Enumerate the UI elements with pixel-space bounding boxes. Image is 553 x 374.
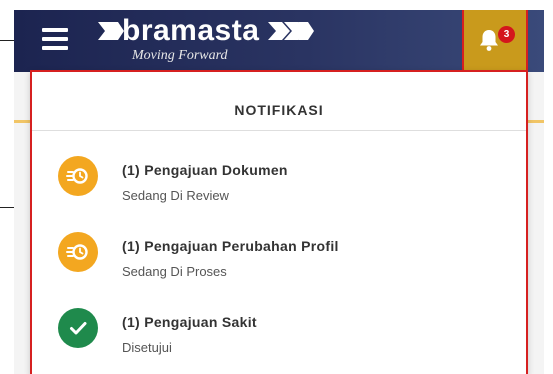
notification-item[interactable]: (1) Pengajuan Perubahan Profil Sedang Di… <box>32 218 526 288</box>
top-navbar: bramasta Moving Forward 3 <box>14 10 544 72</box>
divider <box>32 130 526 131</box>
notification-dropdown: NOTIFIKASI (1) Pengajuan Dokumen Sedang … <box>30 70 528 374</box>
notification-status: Sedang Di Review <box>122 188 229 203</box>
notification-item[interactable]: (1) Pengajuan Dokumen Sedang Di Review <box>32 142 526 212</box>
brand-tagline: Moving Forward <box>132 48 228 63</box>
notification-count-badge: 3 <box>498 26 515 43</box>
check-icon <box>58 308 98 348</box>
pending-clock-icon <box>58 232 98 272</box>
notification-item[interactable]: (1) Pengajuan Sakit Disetujui <box>32 294 526 364</box>
app-window: bramasta Moving Forward 3 NOTIFIKASI (1)… <box>14 10 544 374</box>
brand-logo[interactable]: bramasta Moving Forward <box>98 14 318 68</box>
notification-status: Disetujui <box>122 340 172 355</box>
notification-title: (1) Pengajuan Sakit <box>122 314 257 330</box>
notification-status: Sedang Di Proses <box>122 264 227 279</box>
notification-title: (1) Pengajuan Perubahan Profil <box>122 238 339 254</box>
pending-clock-icon <box>58 156 98 196</box>
notification-title: (1) Pengajuan Dokumen <box>122 162 288 178</box>
hamburger-menu-icon[interactable] <box>42 28 68 50</box>
notification-bell-button[interactable]: 3 <box>462 10 528 72</box>
notification-panel-title: NOTIFIKASI <box>234 102 324 118</box>
bell-icon <box>480 30 498 51</box>
brand-name: bramasta <box>122 14 260 47</box>
